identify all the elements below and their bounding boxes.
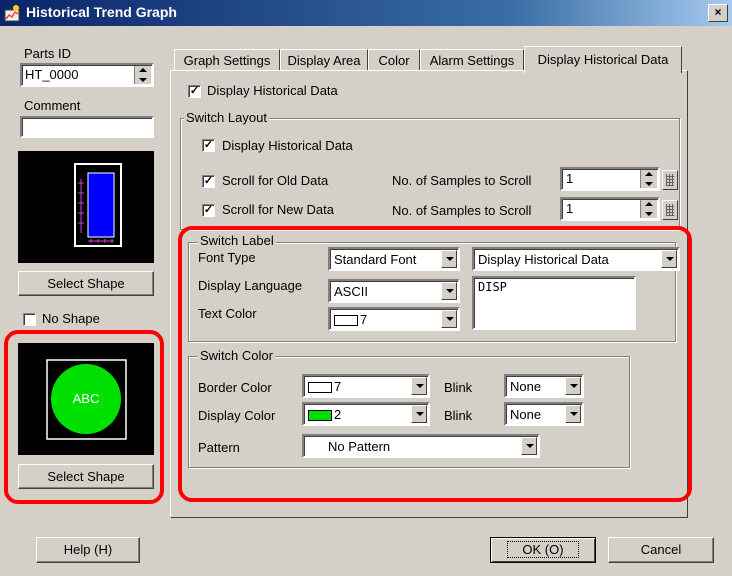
comment-label: Comment: [24, 98, 81, 113]
highlight-box-preview: [4, 330, 164, 504]
cancel-button[interactable]: Cancel: [608, 537, 714, 563]
scroll-new-samples-field[interactable]: 1: [560, 197, 660, 221]
layout-display-historical-checkbox[interactable]: ✓: [202, 139, 215, 152]
parts-id-spinner[interactable]: [134, 66, 151, 84]
parts-id-label: Parts ID: [24, 46, 71, 61]
parts-id-field[interactable]: HT_0000: [20, 63, 154, 87]
scroll-new-label: Scroll for New Data: [222, 202, 334, 217]
trend-graph-icon: [4, 5, 20, 22]
scroll-old-label: Scroll for Old Data: [222, 173, 329, 188]
select-shape-button-1[interactable]: Select Shape: [18, 271, 154, 296]
scroll-old-spinner[interactable]: [640, 170, 657, 188]
scroll-new-checkbox[interactable]: ✓: [202, 204, 215, 217]
comment-field[interactable]: [20, 116, 154, 138]
scroll-old-samples-field[interactable]: 1: [560, 167, 660, 191]
ok-button[interactable]: OK (O): [490, 537, 596, 563]
switch-layout-title: Switch Layout: [184, 110, 269, 125]
scroll-new-spinner[interactable]: [640, 200, 657, 218]
scroll-old-keypad-icon[interactable]: [662, 170, 678, 190]
close-button[interactable]: ×: [708, 4, 728, 22]
display-historical-label: Display Historical Data: [207, 83, 338, 98]
scroll-new-samples-value: 1: [566, 201, 574, 216]
parts-id-value: HT_0000: [25, 67, 79, 82]
scroll-old-checkbox[interactable]: ✓: [202, 175, 215, 188]
help-button[interactable]: Help (H): [36, 537, 140, 563]
highlight-box-switch-settings: [178, 226, 692, 502]
scroll-old-samples-value: 1: [566, 171, 574, 186]
display-historical-checkbox[interactable]: ✓: [188, 85, 201, 98]
trend-graph-shape-icon: [74, 163, 122, 247]
layout-display-historical-label: Display Historical Data: [222, 138, 353, 153]
ok-button-label: OK (O): [507, 541, 579, 558]
window-title: Historical Trend Graph: [26, 4, 177, 20]
no-shape-checkbox[interactable]: [23, 313, 36, 326]
scroll-new-samples-label: No. of Samples to Scroll: [392, 203, 532, 218]
scroll-old-samples-label: No. of Samples to Scroll: [392, 173, 532, 188]
graph-shape-preview: [18, 151, 154, 263]
no-shape-label: No Shape: [42, 311, 100, 326]
scroll-new-keypad-icon[interactable]: [662, 200, 678, 220]
tab-display-historical-data[interactable]: Display Historical Data: [524, 46, 682, 73]
